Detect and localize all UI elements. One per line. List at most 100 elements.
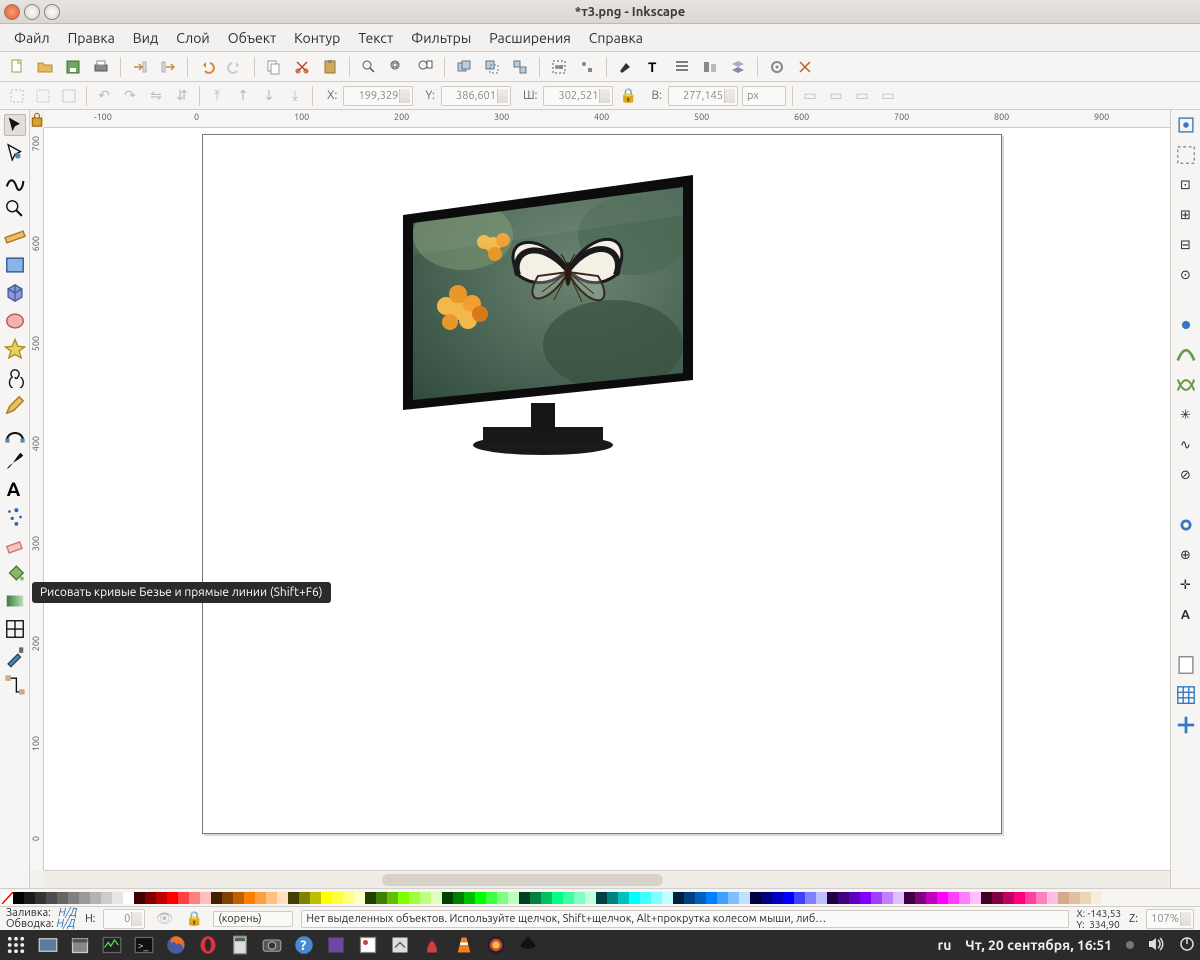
snap-midpoint-icon[interactable]: ⊘ bbox=[1175, 464, 1197, 486]
color-swatch[interactable] bbox=[442, 892, 453, 904]
color-swatch[interactable] bbox=[321, 892, 332, 904]
color-swatch[interactable] bbox=[684, 892, 695, 904]
snap-center-icon[interactable]: ⊕ bbox=[1175, 544, 1197, 566]
zoom-drawing-icon[interactable] bbox=[386, 56, 408, 78]
color-swatch[interactable] bbox=[211, 892, 222, 904]
color-swatch[interactable] bbox=[79, 892, 90, 904]
xml-editor-icon[interactable] bbox=[671, 56, 693, 78]
snap-guide-icon[interactable] bbox=[1175, 714, 1197, 736]
menu-path[interactable]: Контур bbox=[286, 26, 348, 50]
new-file-icon[interactable] bbox=[6, 56, 28, 78]
color-swatch[interactable] bbox=[167, 892, 178, 904]
color-swatch[interactable] bbox=[1069, 892, 1080, 904]
color-swatch[interactable] bbox=[574, 892, 585, 904]
lower-icon[interactable]: ↓ bbox=[258, 85, 280, 107]
snap-bbox-corner-icon[interactable]: ⊞ bbox=[1175, 204, 1197, 226]
zoom-input[interactable]: 107% bbox=[1146, 909, 1194, 929]
spiral-tool-icon[interactable] bbox=[4, 366, 26, 388]
cut-icon[interactable] bbox=[291, 56, 313, 78]
window-close-button[interactable] bbox=[4, 4, 20, 20]
task-app5-icon[interactable] bbox=[486, 935, 506, 955]
undo-icon[interactable] bbox=[196, 56, 218, 78]
menu-help[interactable]: Справка bbox=[581, 26, 651, 50]
color-swatch[interactable] bbox=[1091, 892, 1102, 904]
color-swatch[interactable] bbox=[299, 892, 310, 904]
color-swatch[interactable] bbox=[904, 892, 915, 904]
color-swatch[interactable] bbox=[222, 892, 233, 904]
color-swatch[interactable] bbox=[409, 892, 420, 904]
color-swatch[interactable] bbox=[453, 892, 464, 904]
zoom-page-icon[interactable] bbox=[414, 56, 436, 78]
color-swatch[interactable] bbox=[728, 892, 739, 904]
tweak-tool-icon[interactable] bbox=[4, 170, 26, 192]
bezier-tool-icon[interactable] bbox=[4, 422, 26, 444]
print-icon[interactable] bbox=[90, 56, 112, 78]
stroke-value[interactable]: Н/Д bbox=[56, 918, 75, 930]
snap-enable-icon[interactable] bbox=[1175, 114, 1197, 136]
color-swatch[interactable] bbox=[156, 892, 167, 904]
color-swatch[interactable] bbox=[1025, 892, 1036, 904]
power-icon[interactable] bbox=[1180, 937, 1194, 954]
color-swatch[interactable] bbox=[1058, 892, 1069, 904]
color-swatch[interactable] bbox=[981, 892, 992, 904]
preferences-icon[interactable] bbox=[766, 56, 788, 78]
dropper-tool-icon[interactable] bbox=[4, 646, 26, 668]
select-all-icon[interactable] bbox=[6, 85, 28, 107]
menu-layer[interactable]: Слой bbox=[168, 26, 218, 50]
color-swatch[interactable] bbox=[68, 892, 79, 904]
snap-smooth-icon[interactable]: ∿ bbox=[1175, 434, 1197, 456]
layer-lock-icon[interactable]: 🔒 bbox=[183, 908, 205, 930]
ruler-vertical[interactable]: 7006005004003002001000 bbox=[30, 128, 44, 870]
measure-tool-icon[interactable] bbox=[4, 226, 26, 248]
terminal-icon[interactable]: >_ bbox=[134, 935, 154, 955]
color-swatch[interactable] bbox=[475, 892, 486, 904]
snap-others-icon[interactable] bbox=[1175, 514, 1197, 536]
snap-bbox-midpoint-icon[interactable]: ⊟ bbox=[1175, 234, 1197, 256]
snap-text-icon[interactable]: A bbox=[1175, 604, 1197, 626]
affect-corners-icon[interactable]: ▭ bbox=[825, 85, 847, 107]
color-swatch[interactable] bbox=[134, 892, 145, 904]
calligraphy-tool-icon[interactable] bbox=[4, 450, 26, 472]
color-swatch[interactable] bbox=[849, 892, 860, 904]
node-tool-icon[interactable] bbox=[4, 142, 26, 164]
color-swatch[interactable] bbox=[46, 892, 57, 904]
color-swatch[interactable] bbox=[200, 892, 211, 904]
window-minimize-button[interactable] bbox=[24, 4, 40, 20]
snap-bbox-edge-icon[interactable]: ⊡ bbox=[1175, 174, 1197, 196]
menu-edit[interactable]: Правка bbox=[60, 26, 123, 50]
color-swatch[interactable] bbox=[497, 892, 508, 904]
color-swatch[interactable] bbox=[266, 892, 277, 904]
rotate-cw-icon[interactable]: ↷ bbox=[119, 85, 141, 107]
connector-tool-icon[interactable] bbox=[4, 674, 26, 696]
color-swatch[interactable] bbox=[838, 892, 849, 904]
paste-icon[interactable] bbox=[319, 56, 341, 78]
duplicate-icon[interactable] bbox=[453, 56, 475, 78]
snap-intersection-icon[interactable] bbox=[1175, 374, 1197, 396]
x-input[interactable]: 199,329 bbox=[343, 86, 413, 106]
document-properties-icon[interactable] bbox=[794, 56, 816, 78]
color-swatch[interactable] bbox=[860, 892, 871, 904]
color-swatch[interactable] bbox=[541, 892, 552, 904]
color-swatch[interactable] bbox=[970, 892, 981, 904]
system-monitor-icon[interactable] bbox=[102, 935, 122, 955]
color-swatch[interactable] bbox=[1014, 892, 1025, 904]
color-swatch[interactable] bbox=[365, 892, 376, 904]
color-swatch[interactable] bbox=[288, 892, 299, 904]
color-swatch[interactable] bbox=[13, 892, 24, 904]
snap-node-icon[interactable] bbox=[1175, 314, 1197, 336]
color-swatch[interactable] bbox=[948, 892, 959, 904]
color-swatch[interactable] bbox=[783, 892, 794, 904]
menu-file[interactable]: Файл bbox=[6, 26, 58, 50]
color-swatch[interactable] bbox=[563, 892, 574, 904]
color-swatch[interactable] bbox=[750, 892, 761, 904]
color-swatch[interactable] bbox=[915, 892, 926, 904]
y-input[interactable]: 386,601 bbox=[441, 86, 511, 106]
color-swatch[interactable] bbox=[145, 892, 156, 904]
color-swatch[interactable] bbox=[717, 892, 728, 904]
task-app4-icon[interactable] bbox=[422, 935, 442, 955]
snap-grid-icon[interactable] bbox=[1175, 684, 1197, 706]
snap-cusp-icon[interactable]: ✳ bbox=[1175, 404, 1197, 426]
color-swatch[interactable] bbox=[937, 892, 948, 904]
opera-icon[interactable] bbox=[198, 935, 218, 955]
snap-bbox-icon[interactable] bbox=[1175, 144, 1197, 166]
